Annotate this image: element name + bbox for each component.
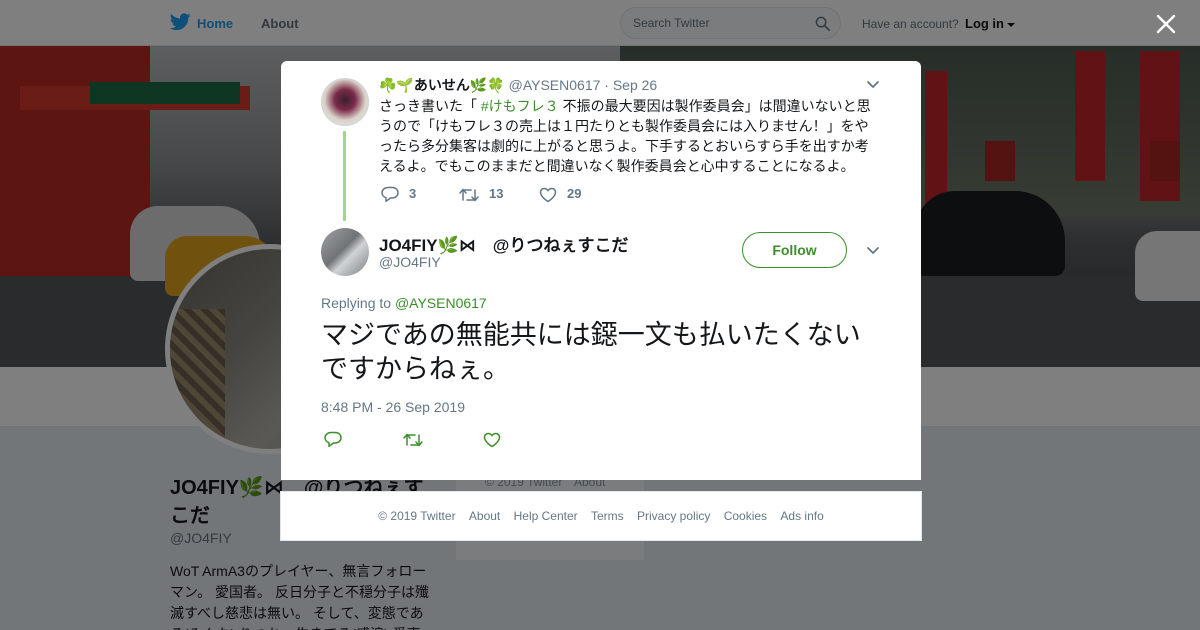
follow-button[interactable]: Follow <box>742 232 847 268</box>
parent-retweet-count: 13 <box>489 186 504 201</box>
footer-link-about[interactable]: About <box>469 509 500 523</box>
parent-tweet-text-before: さっき書いた「 <box>379 98 481 114</box>
chevron-down-icon[interactable] <box>866 80 880 90</box>
tweet-permalink-modal: ☘️🌱あいせん🌿🍀 @AYSEN0617 · Sep 26 さっき書いた「 #け… <box>281 61 921 480</box>
replying-to-label: Replying to <box>321 295 392 311</box>
footer-link-privacy[interactable]: Privacy policy <box>637 509 710 523</box>
parent-tweet-header: ☘️🌱あいせん🌿🍀 @AYSEN0617 · Sep 26 <box>379 75 657 95</box>
like-icon <box>483 432 501 448</box>
parent-like-action[interactable]: 29 <box>539 186 581 203</box>
parent-retweet-action[interactable]: 13 <box>459 186 503 203</box>
main-tweet-text: マジであの無能共には鐚一文も払いたくないですからねぇ。 <box>321 320 861 385</box>
main-tweet-author-name[interactable]: JO4FIY🌿⋈ @りつねぇすこだ <box>379 231 629 256</box>
reply-icon <box>324 432 342 448</box>
hashtag-link[interactable]: #けもフレ３ <box>481 98 559 114</box>
main-tweet-author-handle[interactable]: @JO4FIY <box>379 254 441 270</box>
parent-tweet-text: さっき書いた「 #けもフレ３ 不振の最大要因は製作委員会」は間違いないと思うので… <box>379 96 879 176</box>
main-reply-action[interactable] <box>324 431 352 449</box>
parent-tweet-date[interactable]: · Sep 26 <box>604 77 657 93</box>
thread-connector-line <box>343 131 346 221</box>
close-icon[interactable] <box>1156 14 1176 34</box>
reply-icon <box>381 186 399 203</box>
footer-copyright: © 2019 Twitter <box>378 509 456 523</box>
retweet-icon <box>459 188 479 201</box>
like-icon <box>539 187 557 202</box>
parent-tweet-avatar[interactable] <box>321 78 369 126</box>
retweet-icon <box>403 433 423 447</box>
footer-link-terms[interactable]: Terms <box>591 509 624 523</box>
replying-to-line: Replying to @AYSEN0617 <box>321 295 487 311</box>
main-tweet-timestamp[interactable]: 8:48 PM - 26 Sep 2019 <box>321 399 465 415</box>
main-tweet-avatar[interactable] <box>321 228 369 276</box>
parent-reply-count: 3 <box>409 186 417 201</box>
modal-footer: © 2019 Twitter About Help Center Terms P… <box>280 491 922 541</box>
footer-link-cookies[interactable]: Cookies <box>724 509 767 523</box>
footer-link-help-center[interactable]: Help Center <box>514 509 578 523</box>
footer-links: © 2019 Twitter About Help Center Terms P… <box>281 509 921 523</box>
parent-reply-action[interactable]: 3 <box>381 186 416 203</box>
chevron-down-icon[interactable] <box>866 246 880 256</box>
parent-tweet-author-name[interactable]: ☘️🌱あいせん🌿🍀 <box>379 77 505 93</box>
footer-link-ads-info[interactable]: Ads info <box>780 509 823 523</box>
main-retweet-action[interactable] <box>403 431 433 449</box>
main-like-action[interactable] <box>483 431 511 449</box>
parent-like-count: 29 <box>567 186 582 201</box>
replying-to-mention[interactable]: @AYSEN0617 <box>395 295 487 311</box>
parent-tweet-author-handle[interactable]: @AYSEN0617 <box>509 77 601 93</box>
